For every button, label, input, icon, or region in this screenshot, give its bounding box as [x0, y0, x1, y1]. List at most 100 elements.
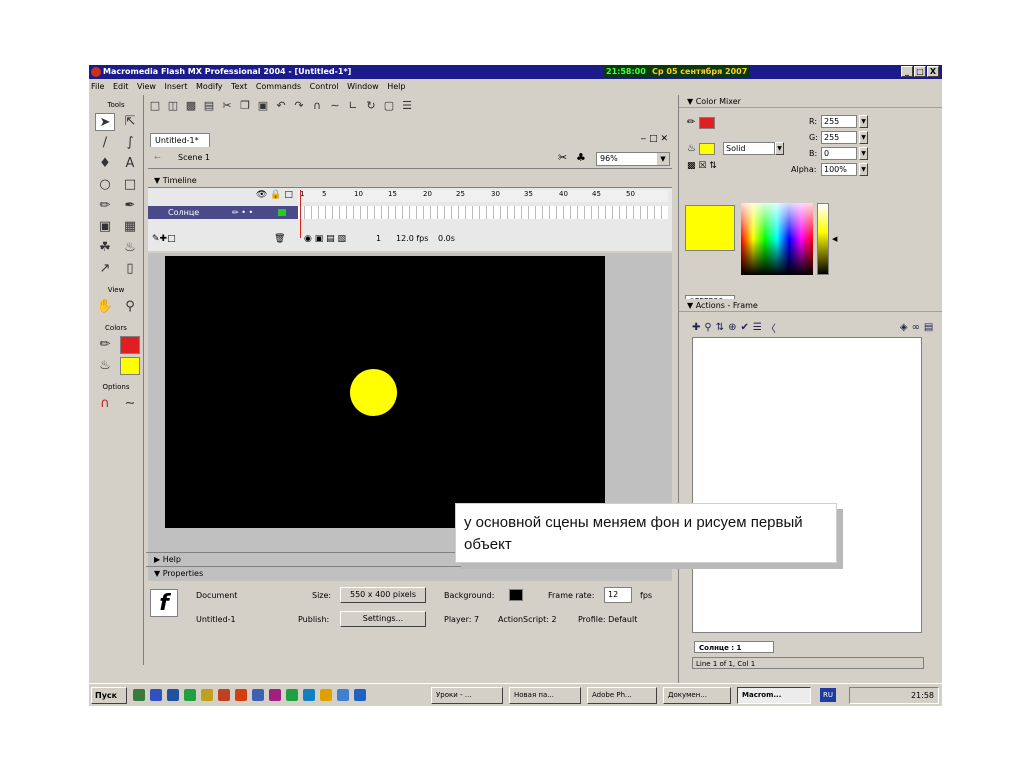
line-tool-icon[interactable]: ∕	[95, 134, 115, 152]
lasso-tool-icon[interactable]: ∫	[120, 134, 140, 152]
target-icon[interactable]: ⊕	[728, 322, 736, 333]
eyedropper-icon[interactable]: ↗	[95, 260, 115, 278]
pen-tool-icon[interactable]: ♦	[95, 155, 115, 173]
g-dropdown-icon[interactable]: ▼	[859, 131, 868, 144]
check-syntax-icon[interactable]: ✔	[741, 322, 749, 333]
snap-magnet-option-icon[interactable]: ∩	[95, 395, 115, 413]
language-indicator[interactable]: RU	[820, 688, 836, 702]
menu-help[interactable]: Help	[387, 82, 405, 91]
text-tool-icon[interactable]: A	[120, 155, 140, 173]
settings-button[interactable]: Settings...	[340, 611, 426, 627]
edit-symbol-icon[interactable]: ♣	[576, 151, 586, 164]
task-new-folder[interactable]: Новая па...	[509, 687, 581, 704]
quicklaunch-app-icon[interactable]	[320, 689, 332, 701]
swap-colors-icon[interactable]: ▩ ☒ ⇅	[687, 161, 717, 171]
quicklaunch-app-icon[interactable]	[235, 689, 247, 701]
task-document[interactable]: Докумен...	[663, 687, 731, 704]
quicklaunch-app-icon[interactable]	[167, 689, 179, 701]
quicklaunch-app-icon[interactable]	[252, 689, 264, 701]
task-macromedia[interactable]: Macrom...	[737, 687, 811, 704]
menu-file[interactable]: File	[91, 82, 104, 91]
add-layer-icon[interactable]: ✎✚□	[152, 232, 176, 246]
edit-scene-icon[interactable]: ✂	[558, 151, 567, 164]
eraser-icon[interactable]: ▯	[120, 260, 140, 278]
document-window-controls[interactable]: ‒ □ ✕	[641, 134, 669, 144]
color-spectrum[interactable]	[741, 203, 813, 275]
timeline-header[interactable]: ▼ Timeline	[148, 175, 672, 187]
frames-row[interactable]	[298, 206, 668, 219]
quicklaunch-app-icon[interactable]	[337, 689, 349, 701]
quicklaunch-app-icon[interactable]	[218, 689, 230, 701]
find-icon[interactable]: ⚲	[704, 322, 711, 333]
quicklaunch-app-icon[interactable]	[133, 689, 145, 701]
fill-transform-icon[interactable]: ▦	[120, 218, 140, 236]
replace-icon[interactable]: ⇅	[716, 322, 724, 333]
size-button[interactable]: 550 x 400 pixels	[340, 587, 426, 603]
menu-view[interactable]: View	[137, 82, 156, 91]
delete-layer-icon[interactable]: 🗑	[274, 232, 285, 246]
scene-name[interactable]: Scene 1	[178, 153, 210, 162]
print-icon[interactable]: ▤	[203, 100, 215, 112]
menu-edit[interactable]: Edit	[113, 82, 129, 91]
menu-modify[interactable]: Modify	[196, 82, 223, 91]
g-input[interactable]: 255	[821, 131, 857, 144]
zoom-tool-icon[interactable]: ⚲	[120, 298, 140, 316]
close-button[interactable]: X	[927, 66, 939, 77]
alpha-dropdown-icon[interactable]: ▼	[859, 163, 868, 176]
properties-panel-header[interactable]: ▼ Properties	[146, 566, 674, 580]
ink-bottle-icon[interactable]: ☘	[95, 239, 115, 257]
quicklaunch-app-icon[interactable]	[286, 689, 298, 701]
brush-tool-icon[interactable]: ✒	[120, 197, 140, 215]
cut-icon[interactable]: ✂	[221, 100, 233, 112]
layer-visibility-icons[interactable]: 👁 🔒 □	[256, 190, 293, 200]
quicklaunch-app-icon[interactable]	[201, 689, 213, 701]
save-icon[interactable]: ▩	[185, 100, 197, 112]
straighten-icon[interactable]: ∟	[347, 100, 359, 112]
b-input[interactable]: 0	[821, 147, 857, 160]
view-options-icon[interactable]: ▤	[924, 322, 933, 333]
smooth-icon[interactable]: ∼	[329, 100, 341, 112]
layer-outline-icon[interactable]	[278, 209, 286, 216]
rotate-icon[interactable]: ↻	[365, 100, 377, 112]
quicklaunch-app-icon[interactable]	[269, 689, 281, 701]
onion-skin-icons[interactable]: ◉ ▣ ▤ ▧	[304, 232, 346, 246]
r-dropdown-icon[interactable]: ▼	[859, 115, 868, 128]
undo-icon[interactable]: ↶	[275, 100, 287, 112]
code-hint-icon[interactable]: 〈	[766, 320, 776, 335]
oval-tool-icon[interactable]: ○	[95, 176, 115, 194]
menu-window[interactable]: Window	[347, 82, 379, 91]
actions-script-editor[interactable]	[692, 337, 922, 633]
task-photoshop[interactable]: Adobe Ph...	[587, 687, 657, 704]
quicklaunch-app-icon[interactable]	[184, 689, 196, 701]
add-action-icon[interactable]: ✚	[692, 322, 700, 333]
r-input[interactable]: 255	[821, 115, 857, 128]
fill-type-dropdown-icon[interactable]: ▼	[775, 142, 784, 155]
rectangle-tool-icon[interactable]: □	[120, 176, 140, 194]
actions-header[interactable]: ▼ Actions - Frame	[679, 299, 942, 312]
background-swatch[interactable]	[509, 589, 523, 601]
copy-icon[interactable]: ❐	[239, 100, 251, 112]
sun-circle[interactable]	[350, 369, 397, 416]
redo-icon[interactable]: ↷	[293, 100, 305, 112]
open-folder-icon[interactable]: ◫	[167, 100, 179, 112]
new-file-icon[interactable]: □	[149, 100, 161, 112]
mixer-fill-swatch[interactable]	[699, 143, 715, 155]
auto-format-icon[interactable]: ☰	[753, 322, 762, 333]
back-arrow-icon[interactable]: ←	[154, 153, 161, 162]
brightness-slider[interactable]	[817, 203, 829, 275]
menu-text[interactable]: Text	[231, 82, 247, 91]
stroke-color-swatch[interactable]	[120, 336, 140, 354]
color-mixer-header[interactable]: ▼ Color Mixer	[679, 95, 942, 108]
reference-icon[interactable]: ∞	[912, 322, 920, 333]
actions-layer-tab[interactable]: Солнце : 1	[694, 641, 774, 653]
smooth-option-icon[interactable]: ∼	[120, 395, 140, 413]
hand-tool-icon[interactable]: ✋	[95, 298, 115, 316]
layer-row[interactable]: Солнце ✏ • •	[148, 206, 298, 219]
subselect-tool-icon[interactable]: ⇱	[120, 113, 140, 131]
arrow-tool-icon[interactable]: ➤	[95, 113, 115, 131]
scale-icon[interactable]: ▢	[383, 100, 395, 112]
align-icon[interactable]: ☰	[401, 100, 413, 112]
minimize-button[interactable]: _	[901, 66, 913, 77]
paste-icon[interactable]: ▣	[257, 100, 269, 112]
alpha-input[interactable]: 100%	[821, 163, 857, 176]
